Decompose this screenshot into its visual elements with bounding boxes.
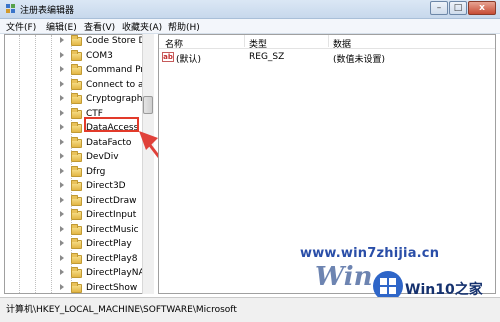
string-value-icon: ab bbox=[162, 52, 174, 62]
column-data-header[interactable]: 数据 bbox=[333, 37, 351, 50]
column-name-header[interactable]: 名称 bbox=[165, 37, 183, 50]
value-type[interactable]: REG_SZ bbox=[249, 52, 284, 62]
column-type-header[interactable]: 类型 bbox=[249, 37, 267, 50]
watermark-site-name: Win10之家 bbox=[405, 282, 483, 298]
status-path: 计算机\HKEY_LOCAL_MACHINE\SOFTWARE\Microsof… bbox=[6, 305, 237, 315]
watermark-url: www.win7zhijia.cn bbox=[300, 246, 440, 261]
column-separator[interactable] bbox=[328, 35, 329, 47]
column-separator[interactable] bbox=[244, 35, 245, 47]
watermark-logo-text: Win bbox=[315, 262, 373, 292]
value-data[interactable]: (数值未设置) bbox=[333, 52, 385, 65]
value-name[interactable]: (默认) bbox=[176, 52, 201, 65]
column-headers bbox=[159, 35, 495, 49]
